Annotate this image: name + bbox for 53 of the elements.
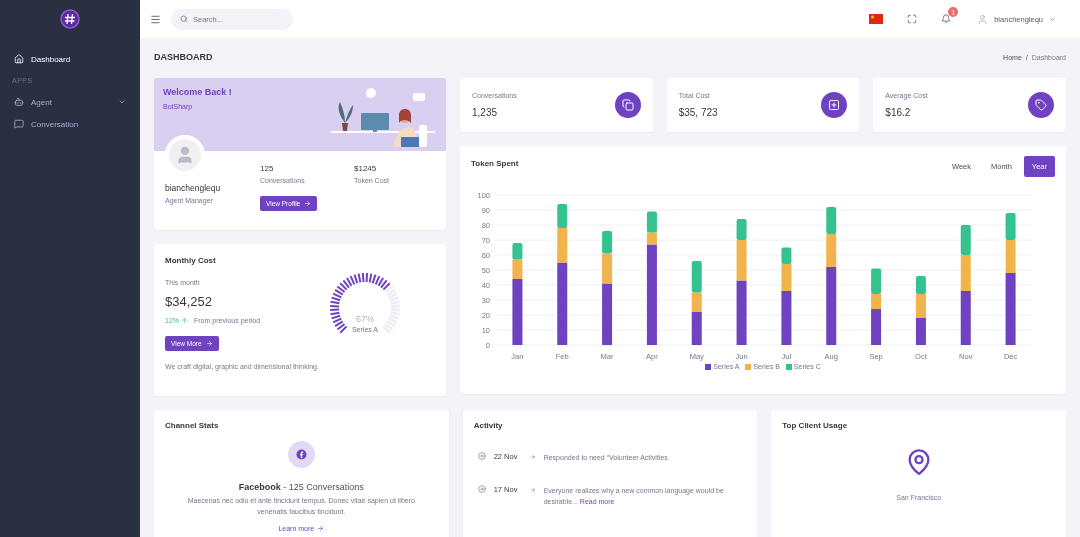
stat-value: 1,235: [472, 107, 499, 118]
chart-bar: [915, 294, 926, 318]
chart-bar: [1005, 213, 1016, 240]
tag-icon: [1028, 92, 1054, 118]
welcome-title: Welcome Back !: [163, 87, 232, 97]
copy-icon: [614, 92, 641, 118]
sidebar-item[interactable]: Agent: [0, 91, 140, 113]
robot-icon: [14, 97, 24, 107]
page-title: DASHBOARD: [154, 52, 213, 62]
arrow-right-icon: [205, 340, 213, 347]
chart-bar: [512, 243, 523, 260]
legend-swatch: [785, 363, 792, 370]
chart-bar: [602, 231, 613, 254]
chevron-down-icon: [1049, 15, 1056, 23]
chart-bar: [826, 207, 837, 234]
search-icon: [180, 14, 188, 23]
card-title: Activity: [473, 421, 504, 430]
card-title: Monthly Cost: [165, 256, 217, 265]
timeline-dot-icon: [477, 452, 486, 460]
cost-amount: $34,252: [165, 294, 213, 309]
gauge-value: 67%: [356, 314, 374, 324]
hashtag-logo-icon: [60, 9, 80, 29]
profile-name: bianchenglequ: [165, 183, 222, 193]
notifications-button[interactable]: [941, 14, 952, 24]
chevron-down-icon: [118, 98, 126, 106]
chart-bar: [960, 225, 971, 255]
legend-swatch: [705, 363, 712, 370]
arrow-right-icon: [529, 487, 536, 494]
stat-value: $16.2: [885, 107, 912, 118]
fullscreen-button[interactable]: [907, 14, 918, 24]
stat-value: $35, 723: [678, 107, 718, 118]
user-icon: [977, 13, 989, 25]
card-title: Token Spent: [471, 159, 519, 168]
sidebar-item[interactable]: Conversation: [0, 113, 140, 135]
arrow-right-icon: [317, 525, 325, 532]
chart-bar: [915, 276, 926, 294]
profile-stat-value: 125: [260, 164, 275, 173]
chart-bar: [915, 318, 926, 345]
timeline-dot-icon: [477, 485, 486, 494]
legend-swatch: [745, 363, 752, 370]
arrow-up-icon: [181, 317, 188, 324]
sidebar-item[interactable]: Dashboard: [0, 48, 140, 70]
card-title: Channel Stats: [165, 421, 220, 430]
channel-heading: Facebook - 125 Conversations: [238, 482, 364, 492]
menu-button[interactable]: [150, 13, 161, 25]
facebook-icon: [287, 441, 315, 468]
flag-icon[interactable]: [869, 14, 884, 24]
arrow-right-icon: [529, 454, 536, 460]
chat-icon: [14, 119, 24, 129]
card-title: Top Client Usage: [782, 421, 849, 430]
home-icon: [14, 54, 24, 64]
profile-stat-value: $1245: [354, 164, 378, 173]
arrow-right-icon: [304, 200, 312, 207]
